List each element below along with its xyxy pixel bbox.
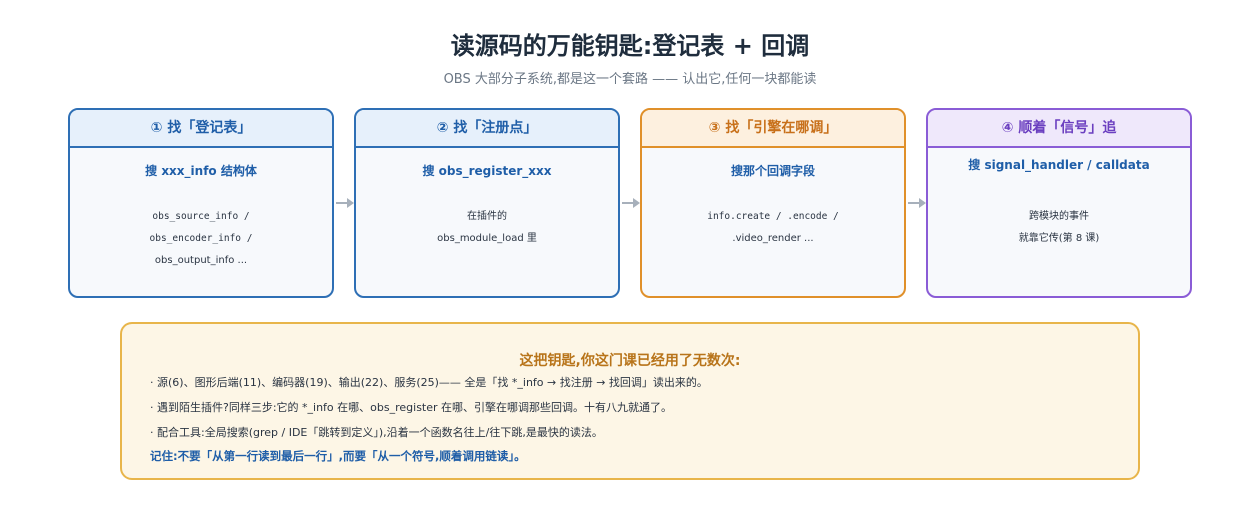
step-search-hint: 搜 xxx_info 结构体 (145, 164, 257, 178)
step-search-hint: 搜 signal_handler / calldata (968, 158, 1150, 172)
step-detail-line: .video_render ... (732, 233, 814, 244)
note-item: · 源(6)、图形后端(11)、编码器(19)、输出(22)、服务(25)—— … (150, 376, 708, 389)
summary-note: 这把钥匙,你这门课已经用了无数次: · 源(6)、图形后端(11)、编码器(19… (120, 322, 1140, 480)
step-detail-line: obs_output_info ... (154, 255, 248, 266)
step-details: obs_source_info / obs_encoder_info / obs… (70, 206, 332, 272)
step-detail-line: obs_encoder_info / (149, 233, 253, 244)
note-title: 这把钥匙,你这门课已经用了无数次: (519, 353, 741, 369)
step-detail-line: 在插件的 (467, 211, 507, 222)
step-title: ② 找「注册点」 (356, 110, 618, 148)
step-detail-line: info.create / .encode / (707, 211, 839, 222)
step-title: ① 找「登记表」 (70, 110, 332, 148)
step-detail-line: 跨模块的事件 (1029, 211, 1089, 222)
step-card-follow-signal: ④ 顺着「信号」追 搜 signal_handler / calldata 跨模… (926, 108, 1192, 298)
step-search-hint: 搜那个回调字段 (730, 164, 815, 178)
step-details: info.create / .encode / .video_render ..… (642, 206, 904, 250)
step-details: 在插件的 obs_module_load 里 (356, 206, 618, 250)
step-details: 跨模块的事件 就靠它传(第 8 课) (928, 206, 1190, 250)
step-detail-line: obs_module_load 里 (437, 233, 537, 244)
step-title: ③ 找「引擎在哪调」 (642, 110, 904, 148)
note-item: · 配合工具:全局搜索(grep / IDE「跳转到定义」),沿着一个函数名往上… (150, 426, 603, 439)
page-subtitle: OBS 大部分子系统,都是这一个套路 —— 认出它,任何一块都能读 (443, 72, 817, 87)
step-detail-line: obs_source_info / (152, 211, 250, 222)
note-key-takeaway: 记住:不要「从第一行读到最后一行」,而要「从一个符号,顺着调用链读」。 (150, 449, 526, 463)
arrow-right-icon (908, 198, 926, 208)
page-title: 读源码的万能钥匙:登记表 + 回调 (450, 32, 810, 60)
step-card-find-register-point: ② 找「注册点」 搜 obs_register_xxx 在插件的 obs_mod… (354, 108, 620, 298)
step-card-find-engine-call: ③ 找「引擎在哪调」 搜那个回调字段 info.create / .encode… (640, 108, 906, 298)
arrow-right-icon (336, 198, 354, 208)
step-detail-line: 就靠它传(第 8 课) (1018, 233, 1100, 244)
arrow-right-icon (622, 198, 640, 208)
note-item: · 遇到陌生插件?同样三步:它的 *_info 在哪、obs_register … (150, 401, 673, 414)
step-title: ④ 顺着「信号」追 (928, 110, 1190, 148)
step-search-hint: 搜 obs_register_xxx (422, 164, 552, 178)
step-card-find-registry: ① 找「登记表」 搜 xxx_info 结构体 obs_source_info … (68, 108, 334, 298)
